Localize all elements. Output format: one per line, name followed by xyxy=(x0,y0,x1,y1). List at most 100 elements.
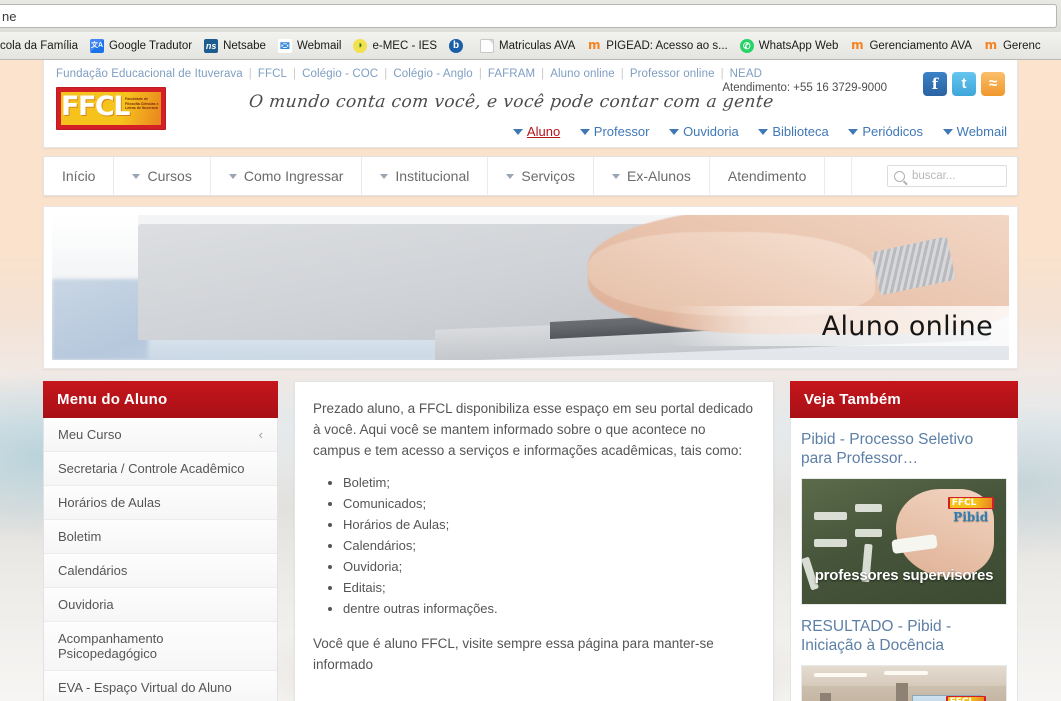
sidebar-item-horarios[interactable]: Horários de Aulas xyxy=(44,486,277,520)
content-paragraph-2: Você que é aluno FFCL, visite sempre ess… xyxy=(313,636,714,672)
utility-link-professor-online[interactable]: Professor online xyxy=(630,68,715,80)
quicknav-item-ouvidoria[interactable]: Ouvidoria xyxy=(669,124,739,139)
quicknav-label: Aluno xyxy=(526,124,561,139)
ffcl-mini-logo: FFCL xyxy=(947,496,994,509)
quicknav-item-aluno[interactable]: Aluno xyxy=(512,124,561,139)
bookmark-item[interactable]: Matriculas AVA xyxy=(474,35,581,57)
bookmark-item[interactable]: Netsabe xyxy=(198,35,272,57)
logo-wordmark: FFCL xyxy=(61,91,130,122)
nav-item-atendimento[interactable]: Atendimento xyxy=(710,157,826,195)
site-slogan: O mundo conta com você, e você pode cont… xyxy=(247,92,775,112)
sidebar-item-eva[interactable]: EVA - Espaço Virtual do Aluno xyxy=(44,671,277,701)
search-input[interactable] xyxy=(910,169,1000,183)
address-bar[interactable]: ne xyxy=(0,4,1057,28)
chevron-down-icon xyxy=(132,173,141,179)
divider: | xyxy=(541,68,545,80)
list-item: Calendários; xyxy=(343,536,755,556)
utility-link-fundacao[interactable]: Fundação Educacional de Ituverava xyxy=(56,68,243,80)
utility-links[interactable]: Fundação Educacional de Ituverava | FFCL | C… xyxy=(56,68,1005,80)
nav-item-cursos[interactable]: Cursos xyxy=(114,157,211,195)
chevron-down-icon xyxy=(506,173,515,179)
bookmark-item[interactable]: cola da Família xyxy=(0,35,84,57)
utility-link-aluno-online[interactable]: Aluno online xyxy=(550,68,615,80)
chalk-mark xyxy=(855,504,882,512)
bookmark-label: Google Tradutor xyxy=(108,39,193,52)
bookmark-item[interactable]: WhatsApp Web xyxy=(734,35,845,57)
chevron-down-icon xyxy=(579,129,590,135)
quicknav-label: Periódicos xyxy=(862,124,924,139)
twitter-icon[interactable]: t xyxy=(952,72,976,96)
chevron-down-icon xyxy=(669,129,680,135)
quicknav-item-periodicos[interactable]: Periódicos xyxy=(848,124,923,139)
bookmark-label: e-MEC - IES xyxy=(372,39,438,52)
nav-item-ex-alunos[interactable]: Ex-Alunos xyxy=(594,157,710,195)
divider: | xyxy=(248,68,252,80)
chevron-down-icon xyxy=(512,129,523,135)
sidebar-item-psicopedagogico[interactable]: Acompanhamento Psicopedagógico xyxy=(44,622,277,671)
ffcl-mini-logo: FFCL xyxy=(945,696,986,701)
sidebar-item-secretaria[interactable]: Secretaria / Controle Acadêmico xyxy=(44,452,277,486)
left-sidebar: Menu do Aluno Meu Curso ‹ Secretaria / C… xyxy=(43,381,278,701)
nav-label: Institucional xyxy=(395,168,470,184)
chalk-mark xyxy=(855,529,882,537)
utility-link-nead[interactable]: NEAD xyxy=(730,68,762,80)
ffcl-logo[interactable]: FFCL Faculdade de Filosofia Ciências e L… xyxy=(56,87,166,130)
moodle-icon xyxy=(587,39,601,53)
utility-link-ffcl[interactable]: FFCL xyxy=(258,68,287,80)
list-item: Comunicados; xyxy=(343,494,755,514)
utility-link-fafram[interactable]: FAFRAM xyxy=(488,68,535,80)
bookmark-item[interactable]: Gerenciamento AVA xyxy=(844,35,978,57)
veja-item-thumbnail[interactable]: FFCL Pibid professores supervisores xyxy=(801,478,1007,605)
blue-b-icon xyxy=(449,38,464,53)
sidebar-item-label: Meu Curso xyxy=(58,427,122,442)
sidebar-menu[interactable]: Meu Curso ‹ Secretaria / Controle Acadêm… xyxy=(43,418,278,701)
bookmark-item[interactable]: Google Tradutor xyxy=(84,35,198,57)
hero-banner: Aluno online xyxy=(43,206,1018,369)
sidebar-item-ouvidoria[interactable]: Ouvidoria xyxy=(44,588,277,622)
nav-item-servicos[interactable]: Serviços xyxy=(488,157,595,195)
quicknav-item-biblioteca[interactable]: Biblioteca xyxy=(758,124,829,139)
nav-item-inicio[interactable]: Início xyxy=(44,157,115,195)
bookmark-item[interactable]: Gerenc xyxy=(978,35,1047,57)
chevron-left-icon: ‹ xyxy=(258,427,263,442)
sidebar-item-calendarios[interactable]: Calendários xyxy=(44,554,277,588)
chevron-down-icon xyxy=(228,173,237,179)
quick-nav[interactable]: Aluno Professor Ouvidoria Biblioteca Per… xyxy=(512,124,1007,139)
nav-item-institucional[interactable]: Institucional xyxy=(362,157,489,195)
quicknav-item-webmail[interactable]: Webmail xyxy=(942,124,1007,139)
ffcl-mini-wordmark: FFCL xyxy=(947,697,984,701)
chevron-down-icon xyxy=(612,173,621,179)
bookmark-item[interactable]: e-MEC - IES xyxy=(347,35,443,57)
veja-item-title[interactable]: Pibid - Processo Seletivo para Professor… xyxy=(801,430,1007,468)
quicknav-label: Biblioteca xyxy=(772,124,829,139)
rss-icon[interactable]: ≈ xyxy=(981,72,1005,96)
chevron-down-icon xyxy=(942,129,953,135)
bookmark-item[interactable]: Webmail xyxy=(272,35,348,57)
nav-item-como-ingressar[interactable]: Como Ingressar xyxy=(211,157,363,195)
nav-spacer xyxy=(825,157,852,195)
list-item: Boletim; xyxy=(343,473,755,493)
search-box[interactable] xyxy=(887,165,1007,187)
bookmark-item[interactable]: PIGEAD: Acesso ao s... xyxy=(581,35,733,57)
bookmark-label: WhatsApp Web xyxy=(758,39,839,52)
main-navigation[interactable]: Início Cursos Como Ingressar Institucion… xyxy=(43,156,1018,196)
bookmark-item[interactable] xyxy=(443,35,474,57)
veja-tambem-list: Pibid - Processo Seletivo para Professor… xyxy=(790,418,1018,701)
bookmarks-bar[interactable]: cola da Família Google Tradutor Netsabe … xyxy=(0,32,1061,60)
social-links[interactable]: f t ≈ xyxy=(923,72,1005,96)
veja-item-thumbnail[interactable]: FFCL xyxy=(801,665,1007,701)
browser-toolbar: ne xyxy=(0,0,1061,32)
sidebar-item-meu-curso[interactable]: Meu Curso ‹ xyxy=(44,418,277,452)
logo-subtitle: Faculdade de Filosofia Ciências e Letras… xyxy=(125,97,159,111)
utility-link-anglo[interactable]: Colégio - Anglo xyxy=(393,68,473,80)
nav-label: Atendimento xyxy=(727,168,807,184)
facebook-icon[interactable]: f xyxy=(923,72,947,96)
document-icon xyxy=(480,38,495,53)
quicknav-item-professor[interactable]: Professor xyxy=(579,124,649,139)
wall-object xyxy=(820,692,831,701)
sidebar-item-boletim[interactable]: Boletim xyxy=(44,520,277,554)
ceiling-light xyxy=(883,671,929,676)
veja-item-title[interactable]: RESULTADO - Pibid - Iniciação à Docência xyxy=(801,617,1007,655)
utility-link-coc[interactable]: Colégio - COC xyxy=(302,68,378,80)
